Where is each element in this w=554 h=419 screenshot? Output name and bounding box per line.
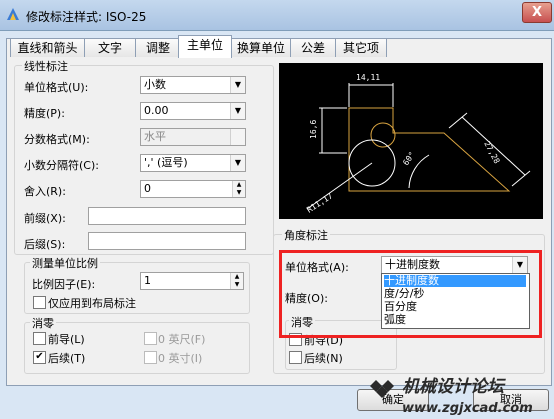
fraction-format-value: 水平 xyxy=(144,130,166,143)
prefix-label: 前缀(X): xyxy=(24,212,66,225)
tab-other[interactable]: 其它项 xyxy=(335,38,387,57)
dim-angle-text: 60° xyxy=(401,150,417,167)
highlight-box xyxy=(279,250,542,338)
fraction-format-label: 分数格式(M): xyxy=(24,133,90,146)
chevron-down-icon xyxy=(230,129,245,145)
tab-fit[interactable]: 调整 xyxy=(135,38,181,57)
scale-factor-input[interactable]: 1 ▲ ▼ xyxy=(140,272,244,290)
feet-label: 0 英尺(F) xyxy=(158,333,206,346)
inches-checkbox xyxy=(144,351,157,364)
tab-text[interactable]: 文字 xyxy=(84,38,136,57)
linear-group-title: 线性标注 xyxy=(22,58,70,74)
app-icon xyxy=(7,8,19,20)
tab-alternate-units[interactable]: 换算单位 xyxy=(231,38,291,57)
chevron-down-icon: ▼ xyxy=(230,103,245,119)
suffix-label: 后缀(S): xyxy=(24,238,66,251)
inches-label: 0 英寸(I) xyxy=(158,352,203,365)
check-icon: ✔ xyxy=(35,351,44,362)
close-button[interactable]: X xyxy=(522,2,552,23)
unit-format-label: 单位格式(U): xyxy=(24,81,89,94)
angular-group-title: 角度标注 xyxy=(282,227,330,243)
preview-drawing: 14,11 16,6 27,28 60° R11,17 xyxy=(305,73,531,215)
precision-value: 0.00 xyxy=(144,104,169,117)
chevron-down-icon: ▼ xyxy=(230,77,245,93)
tab-lines-arrows[interactable]: 直线和箭头 xyxy=(10,38,85,57)
preview-panel: 14,11 16,6 27,28 60° R11,17 xyxy=(279,63,543,219)
tab-tolerances[interactable]: 公差 xyxy=(290,38,336,57)
tab-primary-units[interactable]: 主单位 xyxy=(178,35,232,58)
scale-factor-label: 比例因子(E): xyxy=(32,278,96,291)
chevron-down-icon: ▼ xyxy=(230,155,245,171)
unit-format-select[interactable]: 小数 ▼ xyxy=(140,76,246,94)
angular-trailing-checkbox[interactable] xyxy=(289,351,302,364)
watermark-logo: 机械设计论坛 www.zgjxcad.com xyxy=(370,377,533,416)
leading-label: 前导(L) xyxy=(48,333,85,346)
fraction-format-select: 水平 xyxy=(140,128,246,146)
window-title: 修改标注样式: ISO-25 xyxy=(26,10,147,24)
unit-format-value: 小数 xyxy=(144,78,166,91)
spinner-icon[interactable]: ▲ ▼ xyxy=(230,273,243,289)
prefix-input[interactable] xyxy=(88,207,246,225)
scale-factor-value: 1 xyxy=(144,274,151,287)
dim-radius-text: R11,17 xyxy=(305,191,334,214)
precision-select[interactable]: 0.00 ▼ xyxy=(140,102,246,120)
zero-suppression-title: 消零 xyxy=(30,315,56,331)
angular-trailing-label: 后续(N) xyxy=(304,352,343,365)
dim-top-text: 14,11 xyxy=(356,73,380,82)
trailing-label: 后续(T) xyxy=(48,352,86,365)
dim-right-text: 27,28 xyxy=(482,140,501,166)
zero-suppression-group xyxy=(24,322,250,374)
round-off-input[interactable]: 0 ▲ ▼ xyxy=(140,180,246,198)
layout-only-checkbox[interactable] xyxy=(33,296,46,309)
round-off-value: 0 xyxy=(144,182,151,195)
scale-group-title: 测量单位比例 xyxy=(30,255,100,271)
round-off-label: 舍入(R): xyxy=(24,185,66,198)
trailing-checkbox[interactable]: ✔ xyxy=(33,351,46,364)
watermark-url: www.zgjxcad.com xyxy=(402,401,533,416)
decimal-separator-value: ',' (逗号) xyxy=(144,156,188,169)
spinner-icon[interactable]: ▲ ▼ xyxy=(232,181,245,197)
layout-only-label: 仅应用到布局标注 xyxy=(48,297,136,310)
decimal-separator-label: 小数分隔符(C): xyxy=(24,159,99,172)
feet-checkbox xyxy=(144,332,157,345)
decimal-separator-select[interactable]: ',' (逗号) ▼ xyxy=(140,154,246,172)
leading-checkbox[interactable] xyxy=(33,332,46,345)
precision-label: 精度(P): xyxy=(24,107,65,120)
watermark-title: 机械设计论坛 xyxy=(402,377,506,397)
dim-left-text: 16,6 xyxy=(309,120,318,139)
suffix-input[interactable] xyxy=(88,232,246,250)
